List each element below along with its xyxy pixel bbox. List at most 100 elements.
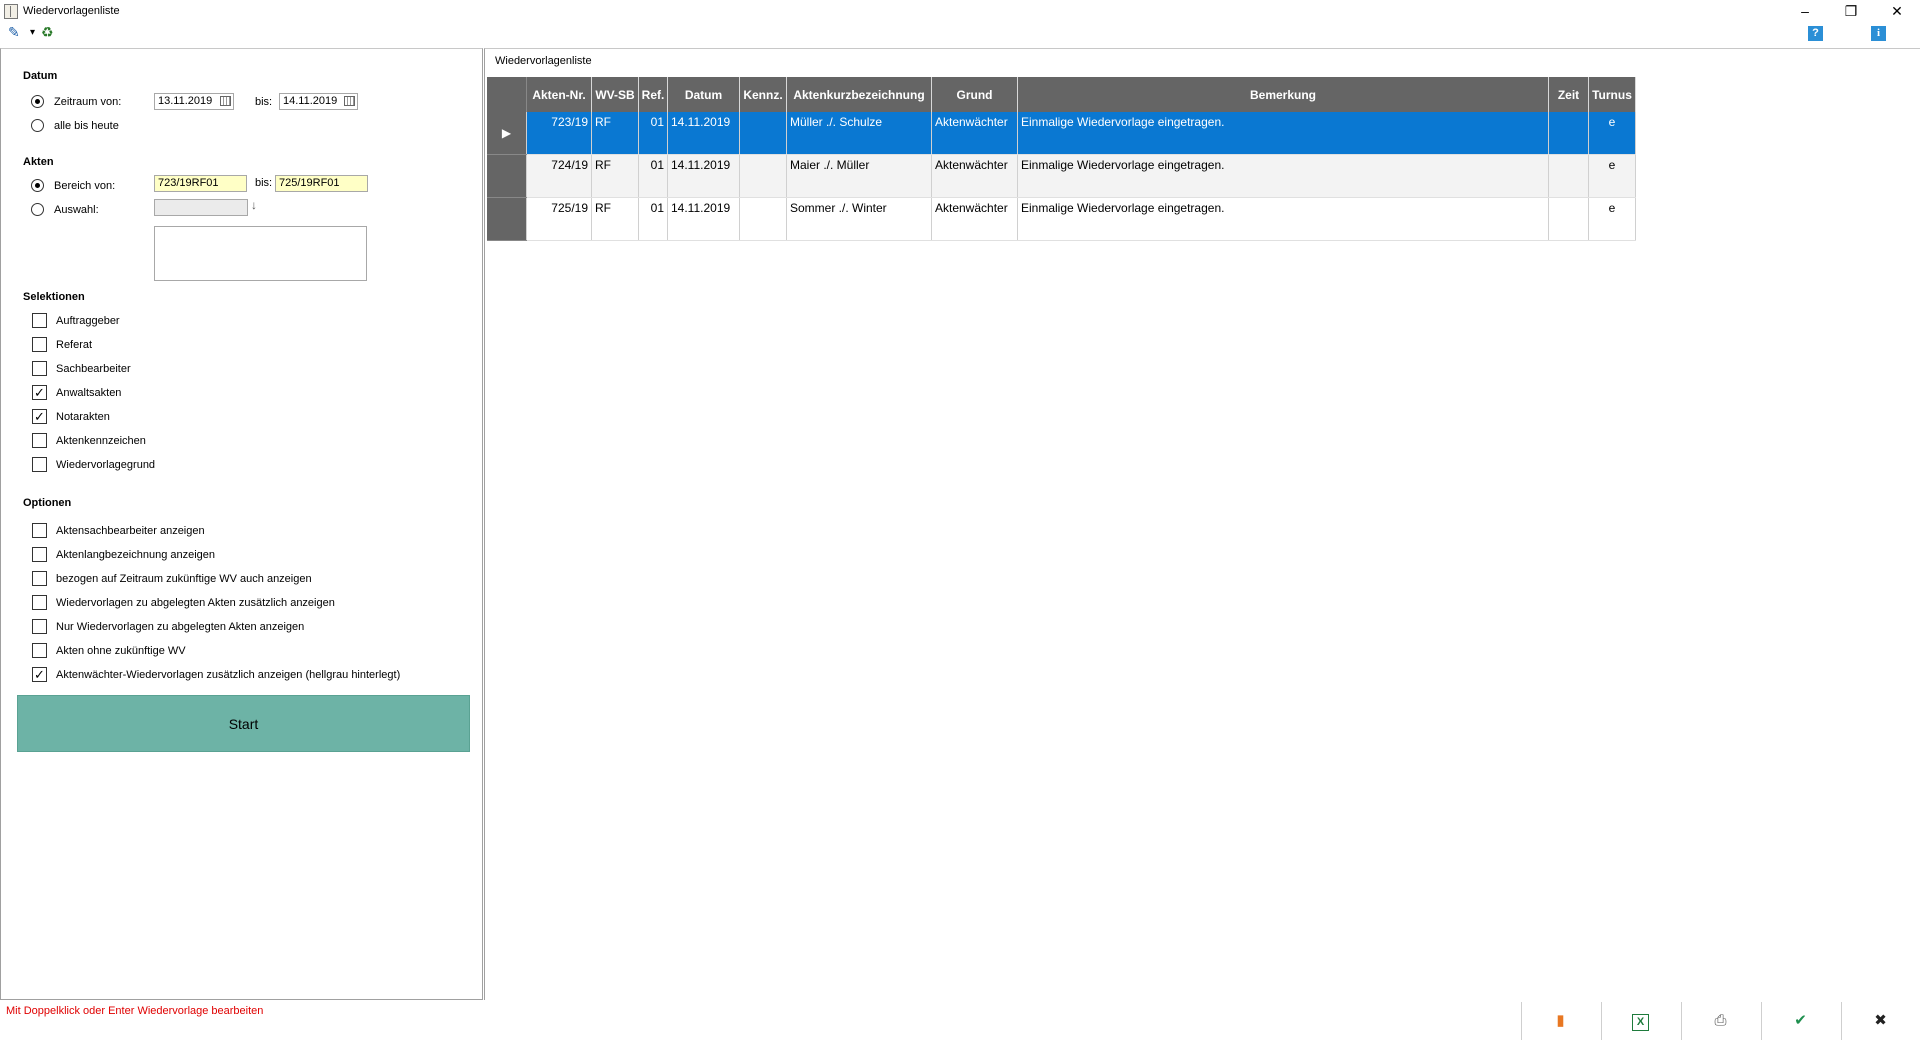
row-header-corner xyxy=(487,77,527,112)
restore-button[interactable]: ❐ xyxy=(1828,0,1874,22)
auswahl-radio[interactable] xyxy=(31,203,44,216)
cell-zeit[interactable] xyxy=(1548,112,1589,155)
cell-akten-nr[interactable]: 725/19 xyxy=(526,197,592,241)
cell-akten-nr[interactable]: 723/19 xyxy=(526,112,592,155)
table-row[interactable]: 724/19 RF 01 14.11.2019 Maier ./. Müller… xyxy=(487,154,1636,198)
selektion-checkbox[interactable] xyxy=(32,313,47,328)
minimize-button[interactable]: – xyxy=(1782,0,1828,22)
row-header[interactable] xyxy=(487,154,527,198)
cell-akten-nr[interactable]: 724/19 xyxy=(526,154,592,198)
col-bemerkung[interactable]: Bemerkung xyxy=(1017,77,1549,112)
cell-wv-sb[interactable]: RF xyxy=(591,197,639,241)
akten-from-field[interactable]: 723/19RF01 xyxy=(154,175,247,192)
akten-to-field[interactable]: 725/19RF01 xyxy=(275,175,368,192)
table-row[interactable]: 725/19 RF 01 14.11.2019 Sommer ./. Winte… xyxy=(487,197,1636,241)
date-from-field[interactable]: 13.11.2019 xyxy=(154,93,234,110)
cancel-button[interactable]: ✖ xyxy=(1841,1002,1919,1040)
selektion-checkbox[interactable]: ✓ xyxy=(32,385,47,400)
col-kennz[interactable]: Kennz. xyxy=(739,77,787,112)
close-window-button[interactable]: ✕ xyxy=(1874,0,1920,22)
zeitraum-radio[interactable] xyxy=(31,95,44,108)
col-datum[interactable]: Datum xyxy=(667,77,740,112)
col-aktenkurzbezeichnung[interactable]: Aktenkurzbezeichnung xyxy=(786,77,932,112)
cell-kennz[interactable] xyxy=(739,112,787,155)
selektion-checkbox[interactable] xyxy=(32,337,47,352)
cell-aktenkurzbezeichnung[interactable]: Sommer ./. Winter xyxy=(786,197,932,241)
cell-ref[interactable]: 01 xyxy=(638,197,668,241)
selektion-label: Auftraggeber xyxy=(56,315,120,327)
printer-icon: ⎙ xyxy=(1714,1012,1727,1029)
cell-ref[interactable]: 01 xyxy=(638,154,668,198)
info-icon[interactable]: i xyxy=(1871,26,1886,41)
selektion-checkbox[interactable] xyxy=(32,361,47,376)
close-icon: ✖ xyxy=(1874,1012,1887,1029)
option-checkbox[interactable] xyxy=(32,547,47,562)
option-label: bezogen auf Zeitraum zukünftige WV auch … xyxy=(56,573,312,585)
cell-bemerkung[interactable]: Einmalige Wiedervorlage eingetragen. xyxy=(1017,112,1549,155)
window-title: Wiedervorlagenliste xyxy=(23,5,120,17)
selektion-label: Anwaltsakten xyxy=(56,387,122,399)
option-label: Aktensachbearbeiter anzeigen xyxy=(56,525,205,537)
row-header[interactable] xyxy=(487,197,527,241)
col-akten-nr[interactable]: Akten-Nr. xyxy=(526,77,592,112)
col-zeit[interactable]: Zeit xyxy=(1548,77,1589,112)
option-checkbox[interactable]: ✓ xyxy=(32,667,47,682)
start-button[interactable]: Start xyxy=(17,695,470,752)
wiedervorlagen-table: Akten-Nr. WV-SB Ref. Datum Kennz. Aktenk… xyxy=(487,77,1636,241)
selektion-checkbox[interactable] xyxy=(32,457,47,472)
option-label: Aktenwächter-Wiedervorlagen zusätzlich a… xyxy=(56,669,401,681)
cell-bemerkung[interactable]: Einmalige Wiedervorlage eingetragen. xyxy=(1017,154,1549,198)
option-checkbox[interactable] xyxy=(32,523,47,538)
cell-datum[interactable]: 14.11.2019 xyxy=(667,154,740,198)
cell-turnus[interactable]: e xyxy=(1588,154,1636,198)
print-button[interactable]: ⎙ xyxy=(1681,1002,1759,1040)
cell-aktenkurzbezeichnung[interactable]: Maier ./. Müller xyxy=(786,154,932,198)
date-to-field[interactable]: 14.11.2019 xyxy=(279,93,358,110)
cell-zeit[interactable] xyxy=(1548,197,1589,241)
col-ref[interactable]: Ref. xyxy=(638,77,668,112)
option-checkbox[interactable] xyxy=(32,571,47,586)
cell-aktenkurzbezeichnung[interactable]: Müller ./. Schulze xyxy=(786,112,932,155)
selektion-label: Wiedervorlagegrund xyxy=(56,459,156,471)
option-checkbox[interactable] xyxy=(32,643,47,658)
cell-wv-sb[interactable]: RF xyxy=(591,154,639,198)
selektion-checkbox[interactable]: ✓ xyxy=(32,409,47,424)
col-wv-sb[interactable]: WV-SB xyxy=(591,77,639,112)
selektion-checkbox[interactable] xyxy=(32,433,47,448)
export-button[interactable]: ▮ xyxy=(1521,1002,1599,1040)
cell-ref[interactable]: 01 xyxy=(638,112,668,155)
auswahl-field[interactable] xyxy=(154,199,248,216)
tools-icon[interactable]: ✎ xyxy=(8,24,20,41)
cell-zeit[interactable] xyxy=(1548,154,1589,198)
calendar-icon[interactable] xyxy=(344,96,355,106)
chevron-down-icon[interactable]: ▾ xyxy=(30,27,35,38)
cell-bemerkung[interactable]: Einmalige Wiedervorlage eingetragen. xyxy=(1017,197,1549,241)
cell-turnus[interactable]: e xyxy=(1588,112,1636,155)
bereich-radio[interactable] xyxy=(31,179,44,192)
recycle-bin-icon[interactable]: ♻ xyxy=(41,24,54,41)
col-grund[interactable]: Grund xyxy=(931,77,1018,112)
excel-button[interactable]: X xyxy=(1601,1002,1679,1040)
cell-grund[interactable]: Aktenwächter xyxy=(931,154,1018,198)
table-row[interactable]: ▶ 723/19 RF 01 14.11.2019 Müller ./. Sch… xyxy=(487,112,1636,155)
help-icon[interactable]: ? xyxy=(1808,26,1823,41)
arrow-down-icon[interactable]: ↓ xyxy=(251,198,257,212)
col-turnus[interactable]: Turnus xyxy=(1588,77,1636,112)
cell-wv-sb[interactable]: RF xyxy=(591,112,639,155)
cell-datum[interactable]: 14.11.2019 xyxy=(667,112,740,155)
option-checkbox[interactable] xyxy=(32,619,47,634)
cell-kennz[interactable] xyxy=(739,197,787,241)
cell-datum[interactable]: 14.11.2019 xyxy=(667,197,740,241)
list-caption: Wiedervorlagenliste xyxy=(495,55,592,67)
alle-bis-heute-radio[interactable] xyxy=(31,119,44,132)
cell-turnus[interactable]: e xyxy=(1588,197,1636,241)
cell-grund[interactable]: Aktenwächter xyxy=(931,197,1018,241)
ok-button[interactable]: ✔ xyxy=(1761,1002,1839,1040)
auswahl-list[interactable] xyxy=(154,226,367,281)
cell-grund[interactable]: Aktenwächter xyxy=(931,112,1018,155)
cell-kennz[interactable] xyxy=(739,154,787,198)
row-marker-icon[interactable]: ▶ xyxy=(487,112,527,155)
calendar-icon[interactable] xyxy=(220,96,231,106)
auswahl-label: Auswahl: xyxy=(54,204,99,216)
option-checkbox[interactable] xyxy=(32,595,47,610)
